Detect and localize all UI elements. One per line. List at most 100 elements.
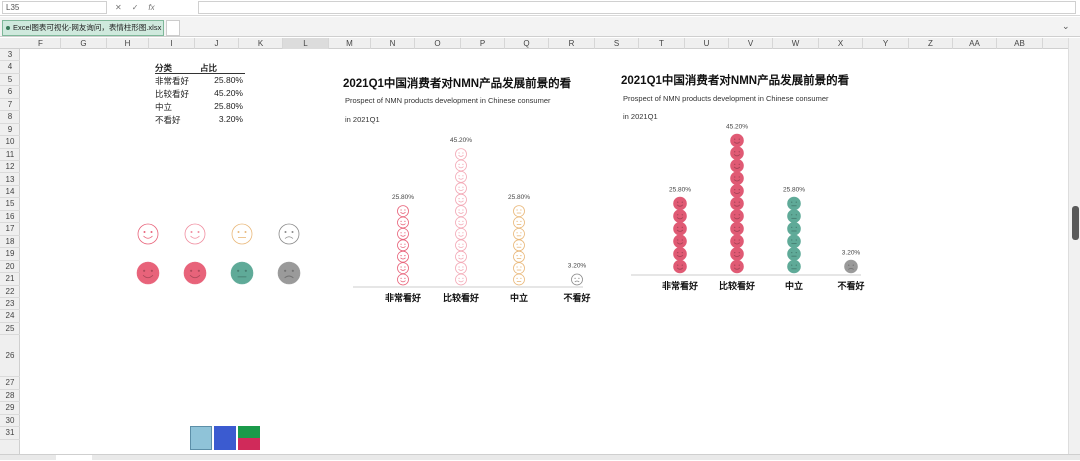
row-header-cell[interactable]: 30	[0, 415, 20, 428]
row-header-cell[interactable]: 7	[0, 99, 20, 112]
column-header-cell[interactable]: Y	[863, 38, 909, 49]
table-cell-category[interactable]: 比较看好	[155, 88, 189, 100]
table-cell-ratio[interactable]: 45.20%	[209, 88, 243, 98]
column-header-cell[interactable]: I	[149, 38, 195, 49]
scrollbar-thumb[interactable]	[1072, 206, 1079, 240]
row-header-cell[interactable]: 14	[0, 186, 20, 199]
row-header-cell[interactable]: 13	[0, 174, 20, 186]
function-icon[interactable]: fx	[148, 1, 154, 14]
chart-bar[interactable]	[513, 205, 525, 286]
row-header-cell[interactable]: 24	[0, 310, 20, 323]
row-header-cell[interactable]: 23	[0, 298, 20, 311]
row-header-cell[interactable]: 6	[0, 86, 20, 99]
table-cell-ratio[interactable]: 25.80%	[209, 101, 243, 111]
palette-outline-face-icon	[137, 223, 159, 245]
confirm-icon[interactable]: ✓	[132, 1, 139, 14]
row-header-cell[interactable]: 10	[0, 136, 20, 149]
formula-input[interactable]	[198, 1, 1076, 14]
palette-filled-face-icon	[136, 261, 160, 285]
map-tile-icon[interactable]	[190, 426, 212, 450]
column-header-cell[interactable]: M	[329, 38, 371, 49]
column-header-cell[interactable]: W	[773, 38, 819, 49]
row-header-cell[interactable]: 15	[0, 198, 20, 211]
table-cell-category[interactable]: 中立	[155, 101, 172, 113]
bar-face-icon	[730, 146, 744, 160]
column-header-cell[interactable]: S	[595, 38, 639, 49]
row-header-cell[interactable]: 9	[0, 124, 20, 137]
add-in-tiles[interactable]	[190, 426, 262, 450]
bar-face-icon	[455, 159, 467, 172]
table-cell-category[interactable]: 非常看好	[155, 75, 189, 87]
row-header-cell[interactable]: 21	[0, 273, 20, 286]
row-header-cell[interactable]: 8	[0, 111, 20, 124]
chart-bar[interactable]	[844, 259, 858, 274]
row-header-cell[interactable]: 22	[0, 286, 20, 298]
sheet-tab[interactable]	[56, 455, 92, 461]
row-header-cell[interactable]: 17	[0, 223, 20, 236]
row-header-cell[interactable]: 19	[0, 248, 20, 261]
column-header-cell[interactable]: AB	[997, 38, 1043, 49]
table-cell-ratio[interactable]: 25.80%	[209, 75, 243, 85]
row-header-cell[interactable]: 5	[0, 74, 20, 87]
row-header-cell[interactable]: 28	[0, 390, 20, 403]
row-header-cell[interactable]: 4	[0, 61, 20, 74]
column-header-cell[interactable]: AA	[953, 38, 997, 49]
collapse-icon[interactable]: ⌄	[1062, 21, 1070, 32]
chart-bar[interactable]	[571, 273, 583, 286]
chart-bar[interactable]	[397, 205, 409, 286]
plus-tile-icon[interactable]	[238, 438, 260, 450]
row-header-cell[interactable]: 3	[0, 49, 20, 62]
column-header-cell[interactable]: Q	[505, 38, 549, 49]
cancel-icon[interactable]: ✕	[115, 1, 122, 14]
table-cell-ratio[interactable]: 3.20%	[209, 114, 243, 124]
column-header-cell[interactable]: H	[107, 38, 149, 49]
column-header-cell[interactable]: F	[21, 38, 61, 49]
bar-face-icon	[787, 196, 801, 211]
bar-face-icon	[455, 250, 467, 263]
column-header-cell[interactable]: U	[685, 38, 729, 49]
row-header-cell[interactable]: 31	[0, 427, 20, 440]
name-box[interactable]: L35	[2, 1, 107, 14]
column-header-cell[interactable]: J	[195, 38, 239, 49]
column-header-cell[interactable]: R	[549, 38, 595, 49]
column-header-cell[interactable]: Z	[909, 38, 953, 49]
column-header-cell[interactable]: G	[61, 38, 107, 49]
new-tab-button[interactable]	[166, 20, 180, 36]
chart-bar[interactable]	[730, 133, 744, 274]
table-divider	[155, 73, 245, 74]
chart-bar[interactable]	[455, 148, 467, 286]
chart1-plot[interactable]: 25.80% 非常看好 45.20% 比较看好 25.80% 中立 3.20% 不看好	[343, 125, 593, 315]
bar-face-icon	[730, 184, 744, 198]
row-header-cell[interactable]: 29	[0, 402, 20, 415]
column-header-cell[interactable]: V	[729, 38, 773, 49]
file-tab[interactable]: Excel图表可视化-网友询问，表情柱形图.xlsx	[2, 20, 164, 36]
row-header-cell[interactable]: 20	[0, 261, 20, 274]
column-header-cell[interactable]: P	[461, 38, 505, 49]
chart-bar[interactable]	[673, 196, 687, 274]
column-header-cell[interactable]: L	[283, 38, 329, 49]
file-tab-strip: Excel图表可视化-网友询问，表情柱形图.xlsx ⌄	[0, 17, 1080, 37]
row-header-cell[interactable]: 16	[0, 211, 20, 224]
row-header-cell[interactable]: 26	[0, 335, 20, 378]
org-tile-icon[interactable]	[238, 426, 260, 438]
chart2-plot[interactable]: 25.80% 非常看好 45.20% 比较看好 25.80% 中立 3.20% 不看好	[621, 107, 871, 313]
row-header-cell[interactable]: 27	[0, 377, 20, 390]
column-header-cell[interactable]: X	[819, 38, 863, 49]
worksheet-grid[interactable]: 分类 占比 非常看好 25.80% 比较看好 45.20% 中立 25.80% …	[21, 49, 1068, 454]
bar-face-icon	[513, 216, 525, 229]
bar-face-icon	[730, 171, 744, 186]
bar-face-icon	[673, 209, 687, 223]
bar-face-icon	[787, 234, 801, 249]
column-header-cell[interactable]: T	[639, 38, 685, 49]
chart-bar[interactable]	[787, 196, 801, 274]
column-header-cell[interactable]: N	[371, 38, 415, 49]
apps-tile-icon[interactable]	[214, 426, 236, 450]
column-header-cell[interactable]: O	[415, 38, 461, 49]
table-cell-category[interactable]: 不看好	[155, 114, 181, 126]
row-header-cell[interactable]: 12	[0, 161, 20, 174]
row-header-cell[interactable]: 25	[0, 323, 20, 336]
row-header-cell[interactable]: 11	[0, 149, 20, 162]
row-header-cell[interactable]: 18	[0, 236, 20, 249]
vertical-scrollbar[interactable]	[1068, 38, 1080, 454]
column-header-cell[interactable]: K	[239, 38, 283, 49]
